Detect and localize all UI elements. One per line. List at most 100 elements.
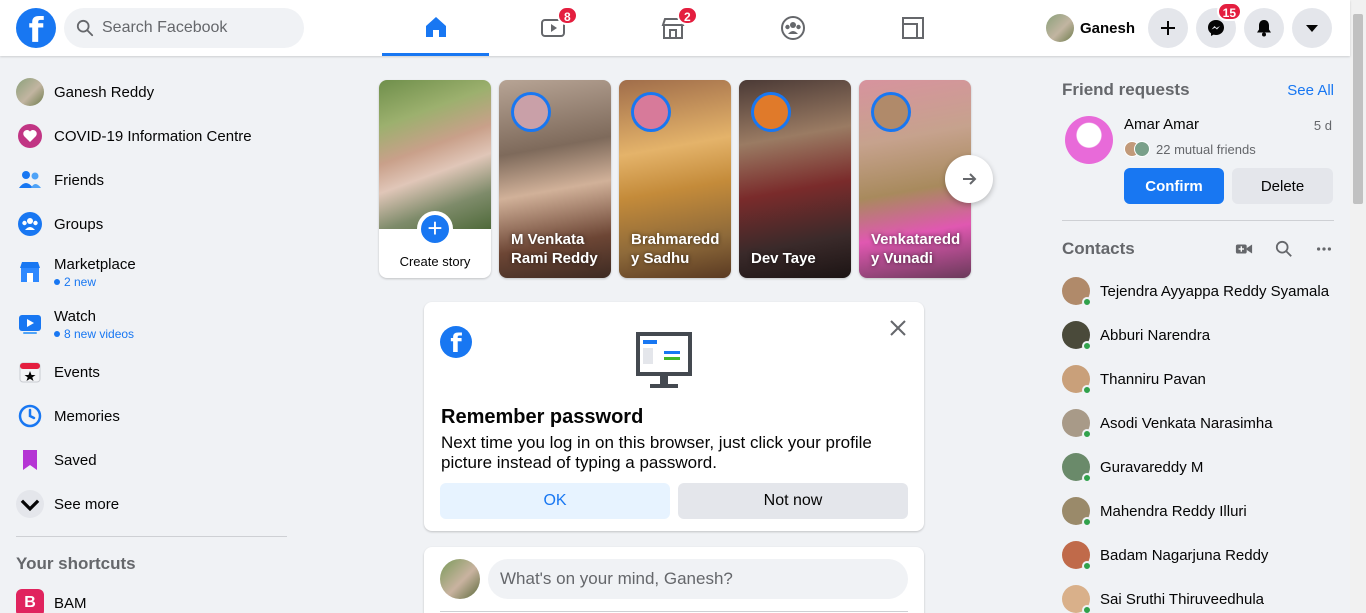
top-navigation-bar: f 8 2 Ganesh 15 bbox=[0, 0, 1350, 56]
sidebar-item-label: Friends bbox=[54, 171, 105, 189]
sidebar-item-label: Memories bbox=[54, 407, 120, 425]
facebook-logo[interactable]: f bbox=[16, 8, 56, 48]
sidebar-item-events[interactable]: Events bbox=[8, 350, 288, 394]
mutual-count: 22 mutual friends bbox=[1156, 141, 1256, 157]
page-scrollbar[interactable] bbox=[1350, 0, 1366, 613]
sidebar-item-saved[interactable]: Saved bbox=[8, 438, 288, 482]
search-icon[interactable] bbox=[1274, 239, 1294, 259]
video-call-icon[interactable] bbox=[1234, 239, 1254, 259]
tab-home[interactable] bbox=[382, 0, 489, 56]
shortcut-item-bam[interactable]: B BAM bbox=[8, 581, 288, 613]
contact-item[interactable]: Abburi Narendra bbox=[1054, 313, 1342, 357]
avatar bbox=[1062, 541, 1092, 571]
groups-icon bbox=[16, 210, 44, 238]
contact-name: Guravareddy M bbox=[1100, 458, 1204, 476]
sidebar-item-friends[interactable]: Friends bbox=[8, 158, 288, 202]
stories-tray: + Create story M Venkata Rami Reddy Brah… bbox=[379, 80, 979, 278]
bell-icon bbox=[1257, 20, 1271, 37]
close-icon[interactable] bbox=[888, 318, 908, 338]
create-story-photo bbox=[379, 80, 491, 229]
ok-button[interactable]: OK bbox=[440, 483, 670, 519]
avatar bbox=[1062, 321, 1092, 351]
messenger-button[interactable]: 15 bbox=[1196, 2, 1242, 48]
online-indicator bbox=[1082, 385, 1092, 395]
tab-groups[interactable] bbox=[737, 0, 849, 56]
video-icon bbox=[16, 310, 44, 338]
story-author: Brahmaredd y Sadhu bbox=[631, 231, 720, 267]
create-story-card[interactable]: + Create story bbox=[379, 80, 491, 278]
composer-divider bbox=[440, 611, 908, 612]
caret-down-icon bbox=[1306, 25, 1318, 32]
contact-item[interactable]: Tejendra Ayyappa Reddy Syamala bbox=[1054, 269, 1342, 313]
contact-item[interactable]: Guravareddy M bbox=[1054, 445, 1342, 489]
story-card[interactable]: Brahmaredd y Sadhu bbox=[619, 80, 731, 278]
contact-name: Asodi Venkata Narasimha bbox=[1100, 414, 1273, 432]
contact-item[interactable]: Badam Nagarjuna Reddy bbox=[1054, 533, 1342, 577]
request-name[interactable]: Amar Amar bbox=[1124, 116, 1199, 133]
confirm-button[interactable]: Confirm bbox=[1124, 168, 1224, 204]
shortcut-label: BAM bbox=[54, 594, 87, 612]
search-box[interactable] bbox=[64, 8, 304, 48]
online-indicator bbox=[1082, 341, 1092, 351]
sidebar-item-marketplace[interactable]: Marketplace 2 new bbox=[8, 246, 288, 298]
marketplace-badge: 2 bbox=[677, 6, 698, 25]
contact-item[interactable]: Sai Sruthi Thiruveedhula bbox=[1054, 577, 1342, 613]
messenger-badge: 15 bbox=[1216, 2, 1242, 21]
delete-button[interactable]: Delete bbox=[1232, 168, 1333, 204]
notifications-button[interactable] bbox=[1244, 8, 1284, 48]
see-all-link[interactable]: See All bbox=[1287, 82, 1334, 99]
more-options-icon[interactable] bbox=[1314, 239, 1334, 259]
sidebar-divider bbox=[16, 536, 287, 537]
composer-input[interactable]: What's on your mind, Ganesh? bbox=[488, 559, 908, 599]
sidebar-item-label: Watch bbox=[54, 307, 96, 325]
avatar[interactable] bbox=[1065, 116, 1113, 164]
tab-gaming[interactable] bbox=[857, 0, 969, 56]
sidebar-item-label: Ganesh Reddy bbox=[54, 83, 155, 101]
sidebar-item-watch[interactable]: Watch 8 new videos bbox=[8, 298, 288, 350]
contact-name: Thanniru Pavan bbox=[1100, 370, 1206, 388]
stories-next-button[interactable] bbox=[945, 155, 993, 203]
account-menu-button[interactable] bbox=[1292, 8, 1332, 48]
story-author: M Venkata Rami Reddy bbox=[511, 231, 598, 267]
not-now-button[interactable]: Not now bbox=[678, 483, 908, 519]
story-card[interactable]: Dev Taye bbox=[739, 80, 851, 278]
tab-marketplace[interactable]: 2 bbox=[617, 0, 729, 56]
home-icon bbox=[425, 16, 446, 37]
sidebar-item-label: Groups bbox=[54, 215, 104, 233]
sidebar-item-groups[interactable]: Groups bbox=[8, 202, 288, 246]
friends-icon bbox=[16, 166, 44, 194]
search-icon bbox=[76, 19, 94, 37]
sidebar-item-memories[interactable]: Memories bbox=[8, 394, 288, 438]
mutual-avatar bbox=[1134, 141, 1150, 157]
sidebar-item-profile[interactable]: Ganesh Reddy bbox=[8, 70, 288, 114]
profile-name: Ganesh bbox=[1080, 19, 1136, 37]
story-card[interactable]: M Venkata Rami Reddy bbox=[499, 80, 611, 278]
online-indicator bbox=[1082, 473, 1092, 483]
bam-icon: B bbox=[16, 589, 44, 613]
tab-watch[interactable]: 8 bbox=[497, 0, 609, 56]
online-indicator bbox=[1082, 517, 1092, 527]
avatar bbox=[1062, 409, 1092, 439]
contact-item[interactable]: Thanniru Pavan bbox=[1054, 357, 1342, 401]
left-sidebar: Ganesh Reddy COVID-19 Information Centre… bbox=[8, 70, 288, 613]
create-button[interactable] bbox=[1148, 8, 1188, 48]
sidebar-item-covid[interactable]: COVID-19 Information Centre bbox=[8, 114, 288, 158]
sidebar-item-see-more[interactable]: See more bbox=[8, 482, 288, 526]
post-composer: What's on your mind, Ganesh? bbox=[424, 547, 924, 613]
contact-item[interactable]: Mahendra Reddy Illuri bbox=[1054, 489, 1342, 533]
scrollbar-thumb[interactable] bbox=[1353, 14, 1363, 204]
sidebar-item-label: See more bbox=[54, 495, 120, 513]
chevron-down-icon bbox=[16, 490, 44, 518]
story-author: Dev Taye bbox=[751, 250, 816, 267]
avatar[interactable] bbox=[440, 559, 480, 599]
avatar bbox=[1062, 453, 1092, 483]
story-avatar bbox=[751, 92, 791, 132]
profile-chip[interactable]: Ganesh bbox=[1042, 10, 1143, 46]
avatar bbox=[1062, 585, 1092, 613]
card-title: Remember password bbox=[441, 406, 644, 428]
plus-icon bbox=[1161, 21, 1175, 35]
search-input[interactable] bbox=[102, 19, 282, 37]
online-indicator bbox=[1082, 561, 1092, 571]
story-avatar bbox=[511, 92, 551, 132]
contact-item[interactable]: Asodi Venkata Narasimha bbox=[1054, 401, 1342, 445]
